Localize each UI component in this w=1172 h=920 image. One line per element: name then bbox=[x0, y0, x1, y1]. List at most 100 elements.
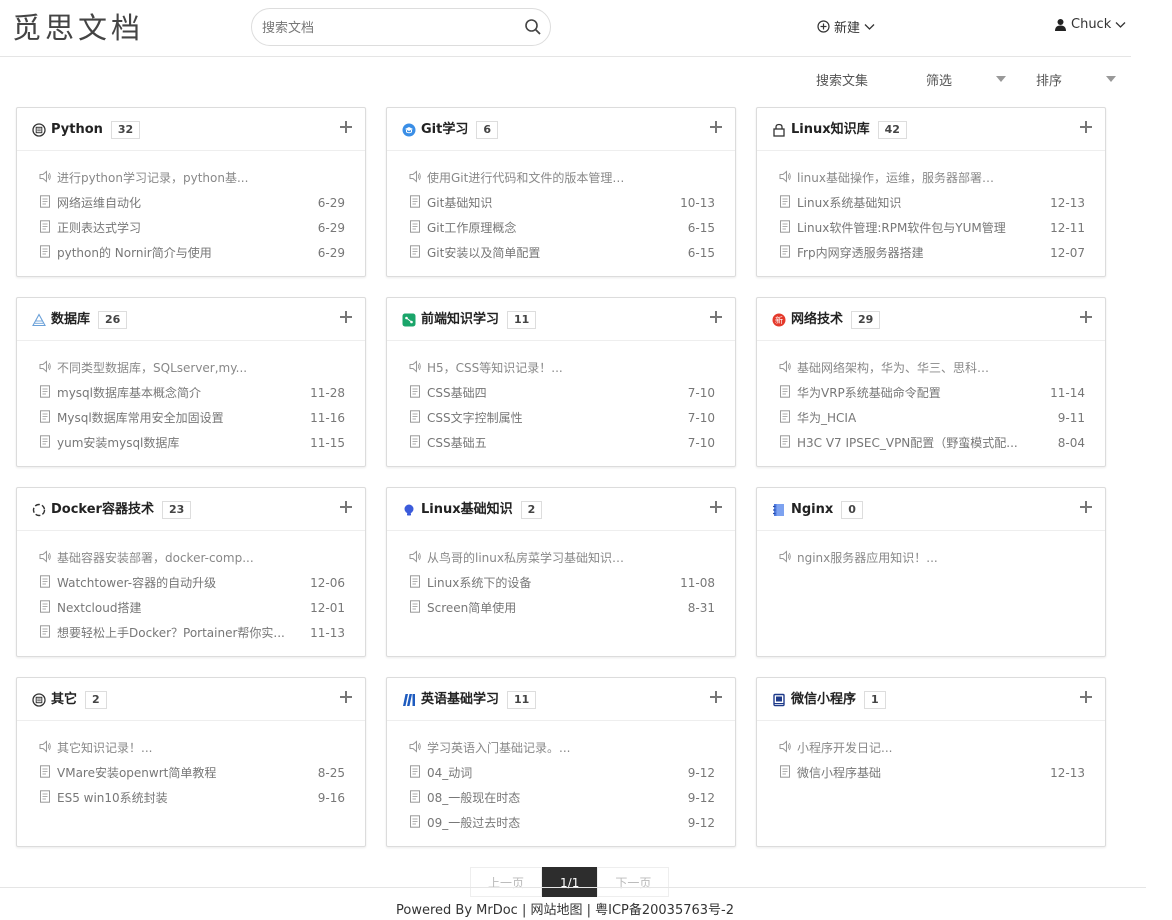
doc-title-link[interactable]: 想要轻松上手Docker？Portainer帮你实... bbox=[57, 624, 327, 641]
doc-list-item[interactable]: 想要轻松上手Docker？Portainer帮你实... 11-13 bbox=[39, 620, 345, 645]
add-doc-button[interactable] bbox=[707, 308, 725, 326]
doc-title-link[interactable]: 华为_HCIA bbox=[797, 409, 1067, 426]
doc-title-link[interactable]: H3C V7 IPSEC_VPN配置（野蛮模式配... bbox=[797, 434, 1067, 451]
collection-title-text[interactable]: 其它 bbox=[51, 692, 77, 707]
collection-title-text[interactable]: Nginx bbox=[791, 502, 833, 517]
collection-title[interactable]: 微信小程序 1 bbox=[791, 691, 886, 709]
doc-title-link[interactable]: ES5 win10系统封装 bbox=[57, 789, 327, 806]
search-collection-button[interactable]: 搜索文集 bbox=[816, 70, 868, 90]
collection-title[interactable]: 数据库 26 bbox=[51, 311, 128, 329]
doc-list-item[interactable]: 华为_HCIA 9-11 bbox=[779, 405, 1085, 430]
prev-page-button[interactable]: 上一页 bbox=[470, 867, 543, 897]
doc-title-link[interactable]: mysql数据库基本概念简介 bbox=[57, 384, 327, 401]
add-doc-button[interactable] bbox=[1077, 498, 1095, 516]
doc-list-item[interactable]: 微信小程序基础 12-13 bbox=[779, 760, 1085, 785]
search-icon[interactable] bbox=[524, 18, 542, 36]
doc-list-item[interactable]: 08_一般现在时态 9-12 bbox=[409, 785, 715, 810]
doc-list-item[interactable]: CSS基础五 7-10 bbox=[409, 430, 715, 455]
doc-title-link[interactable]: Watchtower-容器的自动升级 bbox=[57, 574, 327, 591]
doc-list-item[interactable]: Linux系统下的设备 11-08 bbox=[409, 570, 715, 595]
collection-title[interactable]: Nginx 0 bbox=[791, 501, 863, 519]
doc-list-item[interactable]: Git安装以及简单配置 6-15 bbox=[409, 240, 715, 265]
site-logo[interactable]: 觅思文档 bbox=[12, 10, 144, 46]
doc-list-item[interactable]: Nextcloud搭建 12-01 bbox=[39, 595, 345, 620]
doc-list-item[interactable]: Frp内网穿透服务器搭建 12-07 bbox=[779, 240, 1085, 265]
doc-list-item[interactable]: 09_一般过去时态 9-12 bbox=[409, 810, 715, 835]
collection-title-text[interactable]: 前端知识学习 bbox=[421, 312, 499, 327]
doc-title-link[interactable]: Linux系统基础知识 bbox=[797, 194, 1067, 211]
doc-list-item[interactable]: CSS基础四 7-10 bbox=[409, 380, 715, 405]
collection-title-text[interactable]: 英语基础学习 bbox=[421, 692, 499, 707]
doc-title-link[interactable]: 09_一般过去时态 bbox=[427, 814, 697, 831]
collection-title[interactable]: 英语基础学习 11 bbox=[421, 691, 537, 709]
collection-title-text[interactable]: Linux基础知识 bbox=[421, 502, 513, 517]
add-doc-button[interactable] bbox=[707, 498, 725, 516]
doc-title-link[interactable]: CSS基础四 bbox=[427, 384, 697, 401]
doc-title-link[interactable]: Git安装以及简单配置 bbox=[427, 244, 697, 261]
doc-list-item[interactable]: yum安装mysql数据库 11-15 bbox=[39, 430, 345, 455]
collection-title-text[interactable]: 网络技术 bbox=[791, 312, 843, 327]
doc-list-item[interactable]: 正则表达式学习 6-29 bbox=[39, 215, 345, 240]
doc-list-item[interactable]: H3C V7 IPSEC_VPN配置（野蛮模式配... 8-04 bbox=[779, 430, 1085, 455]
filter-dropdown[interactable]: 筛选 bbox=[926, 70, 1006, 90]
doc-title-link[interactable]: yum安装mysql数据库 bbox=[57, 434, 327, 451]
doc-title-link[interactable]: VMare安装openwrt简单教程 bbox=[57, 764, 327, 781]
search-input[interactable] bbox=[262, 17, 512, 39]
collection-title-text[interactable]: 数据库 bbox=[51, 312, 90, 327]
doc-title-link[interactable]: CSS基础五 bbox=[427, 434, 697, 451]
sort-dropdown[interactable]: 排序 bbox=[1036, 70, 1116, 90]
doc-list-item[interactable]: Linux系统基础知识 12-13 bbox=[779, 190, 1085, 215]
doc-list-item[interactable]: 网络运维自动化 6-29 bbox=[39, 190, 345, 215]
new-button[interactable]: 新建 bbox=[817, 17, 875, 36]
user-menu[interactable]: Chuck bbox=[1054, 17, 1126, 32]
collection-title-text[interactable]: Python bbox=[51, 122, 103, 137]
add-doc-button[interactable] bbox=[1077, 308, 1095, 326]
doc-title-link[interactable]: Git工作原理概念 bbox=[427, 219, 697, 236]
doc-title-link[interactable]: Linux软件管理:RPM软件包与YUM管理 bbox=[797, 219, 1067, 236]
doc-title-link[interactable]: 微信小程序基础 bbox=[797, 764, 1067, 781]
doc-title-link[interactable]: Screen简单使用 bbox=[427, 599, 697, 616]
add-doc-button[interactable] bbox=[1077, 688, 1095, 706]
collection-title[interactable]: 前端知识学习 11 bbox=[421, 311, 537, 329]
doc-list-item[interactable]: Mysql数据库常用安全加固设置 11-16 bbox=[39, 405, 345, 430]
next-page-button[interactable]: 下一页 bbox=[597, 867, 670, 897]
add-doc-button[interactable] bbox=[337, 688, 355, 706]
collection-title-text[interactable]: Linux知识库 bbox=[791, 122, 870, 137]
doc-list-item[interactable]: 04_动词 9-12 bbox=[409, 760, 715, 785]
collection-title[interactable]: Linux基础知识 2 bbox=[421, 501, 543, 519]
collection-title[interactable]: Linux知识库 42 bbox=[791, 121, 907, 139]
doc-title-link[interactable]: Git基础知识 bbox=[427, 194, 697, 211]
collection-title-text[interactable]: Git学习 bbox=[421, 122, 468, 137]
doc-title-link[interactable]: CSS文字控制属性 bbox=[427, 409, 697, 426]
doc-list-item[interactable]: VMare安装openwrt简单教程 8-25 bbox=[39, 760, 345, 785]
add-doc-button[interactable] bbox=[337, 118, 355, 136]
collection-title[interactable]: Git学习 6 bbox=[421, 121, 498, 139]
collection-title[interactable]: 其它 2 bbox=[51, 691, 107, 709]
doc-list-item[interactable]: 华为VRP系统基础命令配置 11-14 bbox=[779, 380, 1085, 405]
doc-list-item[interactable]: Linux软件管理:RPM软件包与YUM管理 12-11 bbox=[779, 215, 1085, 240]
doc-title-link[interactable]: Mysql数据库常用安全加固设置 bbox=[57, 409, 327, 426]
collection-title-text[interactable]: 微信小程序 bbox=[791, 692, 856, 707]
doc-list-item[interactable]: ES5 win10系统封装 9-16 bbox=[39, 785, 345, 810]
doc-list-item[interactable]: CSS文字控制属性 7-10 bbox=[409, 405, 715, 430]
doc-list-item[interactable]: Watchtower-容器的自动升级 12-06 bbox=[39, 570, 345, 595]
add-doc-button[interactable] bbox=[337, 498, 355, 516]
collection-title[interactable]: Python 32 bbox=[51, 121, 141, 139]
add-doc-button[interactable] bbox=[707, 118, 725, 136]
doc-title-link[interactable]: Nextcloud搭建 bbox=[57, 599, 327, 616]
doc-list-item[interactable]: mysql数据库基本概念简介 11-28 bbox=[39, 380, 345, 405]
doc-title-link[interactable]: 08_一般现在时态 bbox=[427, 789, 697, 806]
collection-title-text[interactable]: Docker容器技术 bbox=[51, 502, 154, 517]
add-doc-button[interactable] bbox=[337, 308, 355, 326]
doc-title-link[interactable]: Frp内网穿透服务器搭建 bbox=[797, 244, 1067, 261]
doc-list-item[interactable]: Git工作原理概念 6-15 bbox=[409, 215, 715, 240]
doc-title-link[interactable]: 华为VRP系统基础命令配置 bbox=[797, 384, 1067, 401]
current-page[interactable]: 1/1 bbox=[542, 867, 598, 897]
doc-list-item[interactable]: python的 Nornir简介与使用 6-29 bbox=[39, 240, 345, 265]
doc-title-link[interactable]: 04_动词 bbox=[427, 764, 697, 781]
add-doc-button[interactable] bbox=[1077, 118, 1095, 136]
collection-title[interactable]: 网络技术 29 bbox=[791, 311, 881, 329]
doc-list-item[interactable]: Git基础知识 10-13 bbox=[409, 190, 715, 215]
doc-title-link[interactable]: 正则表达式学习 bbox=[57, 219, 327, 236]
doc-list-item[interactable]: Screen简单使用 8-31 bbox=[409, 595, 715, 620]
